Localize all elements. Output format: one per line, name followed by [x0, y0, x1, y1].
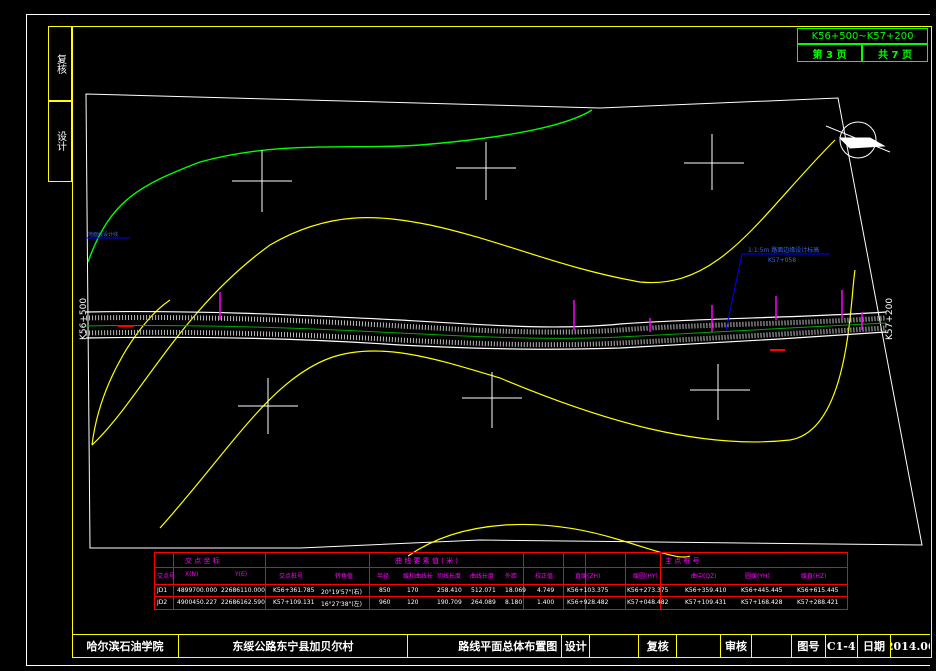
project-name: 东绥公路东宁县加贝尔村 [179, 635, 408, 657]
table-cell: 190.709 [437, 599, 462, 606]
table-title-coords: 交 点 坐 标 [185, 557, 220, 565]
table-cell: 4.749 [537, 587, 555, 594]
table-cell: 258.410 [437, 587, 462, 594]
green-contour [87, 109, 593, 263]
table-cell: K56+615.445 [797, 587, 839, 594]
station-ticks [219, 290, 863, 332]
table-cell: 22686110.000 [221, 587, 265, 594]
drawing-name: 路线平面总体布置图 [408, 635, 563, 657]
title-block: 哈尔滨石油学院 东绥公路东宁县加贝尔村 路线平面总体布置图 设计 复核 审核 图… [72, 634, 930, 657]
fig-no-value: C1-4 [826, 635, 858, 657]
station-end-label: K57+200 [885, 298, 895, 340]
review-value [752, 635, 792, 657]
table-cell: 18.069 [505, 587, 526, 594]
table-header: 缓和曲线长 [403, 573, 434, 580]
date-value: 2014.06 [891, 639, 930, 653]
table-cell: K56+445.445 [741, 587, 783, 594]
table-cell: 8.180 [505, 599, 523, 606]
table-header: 转角值 [335, 573, 354, 580]
table-cell: K56+273.375 [627, 587, 669, 594]
table-cell: K57+109.131 [273, 599, 315, 606]
north-arrow-icon [825, 121, 891, 159]
fig-no-label: 图号 [792, 635, 826, 657]
date-label: 日期 [858, 635, 892, 657]
road-edge-bottom [85, 331, 887, 350]
table-cell: 264.089 [471, 599, 496, 606]
check-value [677, 635, 721, 657]
table-cell: 120 [407, 599, 419, 606]
table-cell: 1.400 [537, 599, 555, 606]
yellow-contour-lower [159, 269, 856, 529]
table-header: 缓圆(HY) [633, 573, 658, 580]
curve-element-table: 交 点 坐 标 曲 线 要 素 值 ( 米 ) 主 点 桩 号 交点号 X(N)… [154, 552, 848, 610]
table-header: 半径 [377, 573, 390, 580]
table-header: 交点桩号 [279, 573, 304, 580]
yellow-contour-upper [91, 139, 836, 446]
design-label: 设计 [562, 635, 591, 657]
table-cell: K56+359.410 [685, 587, 727, 594]
table-cell: 850 [379, 587, 391, 594]
table-header: Y(E) [235, 571, 248, 578]
table-cell: 960 [379, 599, 391, 606]
table-cell: JD1 [157, 587, 168, 594]
check-label: 复核 [639, 635, 678, 657]
table-cell: K56+361.785 [273, 587, 315, 594]
table-cell: K57+288.421 [797, 599, 839, 606]
table-header: 曲中(QZ) [691, 573, 717, 580]
table-cell: 22686162.590 [221, 599, 265, 606]
table-cell: JD2 [157, 599, 168, 606]
table-cell: 4899700.000 [177, 587, 218, 594]
table-cell: 16°27'38"(左) [321, 601, 362, 608]
survey-points [232, 134, 750, 434]
table-header: X(N) [185, 571, 199, 578]
annotation-line1: 1:1:5m 路面边缘设计标高 [748, 246, 819, 254]
review-label: 审核 [721, 635, 753, 657]
road-edge-top [85, 310, 887, 328]
table-header: 圆缓(YH) [745, 573, 770, 580]
yellow-contour-left [91, 299, 171, 446]
design-value [590, 635, 640, 657]
table-header: 缓直(HZ) [801, 573, 827, 580]
table-cell: 512.071 [471, 587, 496, 594]
table-header: 直缓(ZH) [575, 573, 601, 580]
table-title-curve: 曲 线 要 素 值 ( 米 ) [395, 557, 459, 565]
table-title-stations: 主 点 桩 号 [665, 557, 700, 565]
school-name: 哈尔滨石油学院 [72, 635, 180, 657]
table-cell: 20°19'57"(右) [321, 589, 362, 596]
table-cell: K57+168.428 [741, 599, 783, 606]
table-cell: K56+103.375 [567, 587, 609, 594]
left-note: 地面线设计线 [88, 231, 118, 238]
table-cell: K57+109.431 [685, 599, 727, 606]
table-cell: 170 [407, 587, 419, 594]
table-header: 切线长度 [437, 573, 462, 580]
station-start-label: K56+500 [79, 298, 89, 340]
table-header: 曲线长度 [470, 573, 495, 580]
table-header: 交点号 [157, 573, 176, 580]
table-header: 校正值 [535, 573, 554, 580]
table-cell: 4900450.227 [177, 599, 218, 606]
annotation-line2: K57+058 [768, 257, 796, 264]
table-cell: K57+048.482 [627, 599, 669, 606]
table-cell: K56+928.482 [567, 599, 609, 606]
table-header: 外距 [505, 573, 518, 580]
